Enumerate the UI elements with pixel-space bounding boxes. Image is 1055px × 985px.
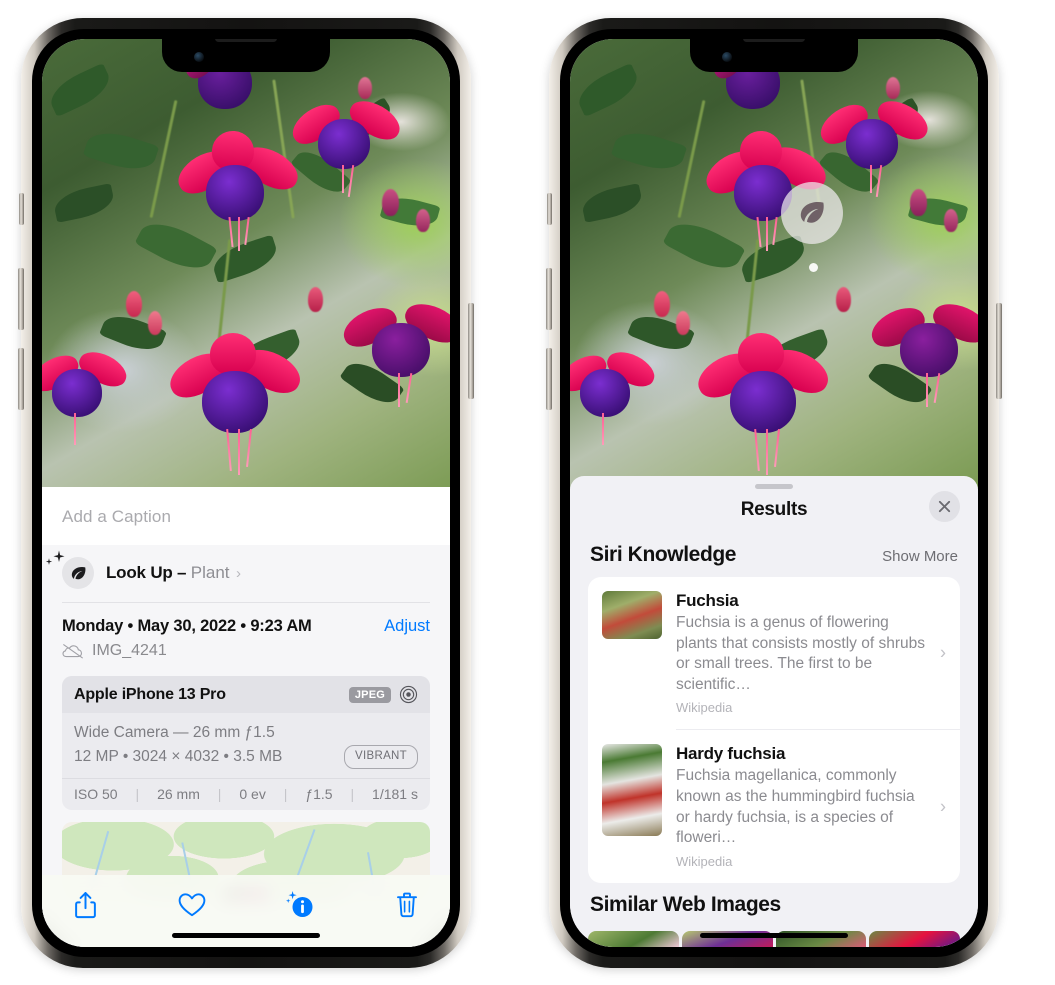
knowledge-description: Fuchsia magellanica, commonly known as t…: [676, 767, 915, 847]
results-title: Results: [740, 499, 808, 520]
web-image-1[interactable]: [588, 930, 679, 947]
knowledge-source: Wikipedia: [676, 853, 733, 869]
knowledge-title: Fuchsia: [676, 591, 739, 610]
visual-lookup-badge[interactable]: [781, 182, 843, 244]
favorite-button[interactable]: [175, 888, 209, 922]
knowledge-item-hardy-fuchsia[interactable]: Hardy fuchsia Fuchsia magellanica, commo…: [588, 730, 960, 882]
share-button[interactable]: [68, 888, 102, 922]
earpiece-speaker: [215, 39, 277, 42]
chevron-right-icon: ›: [235, 565, 241, 582]
section-title: Siri Knowledge: [590, 543, 737, 566]
home-indicator[interactable]: [172, 933, 320, 938]
look-up-label: Look Up: [106, 563, 173, 582]
front-camera-icon: [194, 52, 204, 62]
volume-up-button[interactable]: [546, 268, 552, 330]
sparkle-icon: [45, 550, 66, 565]
look-up-label-group: Look Up – Plant ›: [106, 563, 241, 583]
exif-shutter: 1/181 s: [372, 786, 418, 803]
screen-right: Results Siri Knowledge Show More Fuchsia…: [570, 39, 978, 947]
visual-lookup-anchor-dot: [809, 263, 818, 272]
info-button[interactable]: [283, 888, 317, 922]
chevron-right-icon: ›: [940, 642, 946, 663]
exif-separator: |: [135, 786, 140, 803]
power-button[interactable]: [468, 303, 474, 399]
iphone-left: Add a Caption Look Up – Plant › Monday •…: [18, 18, 474, 968]
look-up-row[interactable]: Look Up – Plant ›: [42, 545, 450, 602]
photo-viewer[interactable]: [570, 39, 978, 489]
exif-separator: |: [350, 786, 355, 803]
exif-iso: ISO 50: [74, 786, 118, 803]
camera-device-name: Apple iPhone 13 Pro: [74, 685, 226, 703]
image-specs: 12 MP • 3024 × 4032 • 3.5 MB: [74, 748, 283, 766]
screen-left: Add a Caption Look Up – Plant › Monday •…: [42, 39, 450, 947]
camera-info-card[interactable]: Apple iPhone 13 Pro JPEG Wide Camera — 2…: [62, 676, 430, 811]
knowledge-thumbnail: [602, 744, 662, 837]
close-button[interactable]: [929, 491, 960, 522]
target-icon[interactable]: [399, 685, 418, 704]
look-up-dash: –: [177, 563, 187, 582]
leaf-icon: [69, 564, 88, 583]
silent-switch[interactable]: [547, 193, 552, 225]
photo-viewer[interactable]: [42, 39, 450, 499]
exif-focal: 26 mm: [157, 786, 200, 803]
web-image-4[interactable]: [869, 930, 960, 947]
exif-row: ISO 50 | 26 mm | 0 ev | ƒ1.5 | 1/181 s: [62, 778, 430, 810]
sparkle-small-icon: [45, 558, 53, 566]
show-more-button[interactable]: Show More: [882, 548, 958, 565]
siri-knowledge-card: Fuchsia Fuchsia is a genus of flowering …: [588, 577, 960, 883]
device-bezel: Add a Caption Look Up – Plant › Monday •…: [32, 29, 460, 957]
results-panel: Results Siri Knowledge Show More Fuchsia…: [570, 476, 978, 947]
exif-separator: |: [217, 786, 222, 803]
close-icon: [938, 500, 951, 513]
home-indicator[interactable]: [700, 933, 848, 938]
section-title: Similar Web Images: [590, 892, 781, 916]
front-camera-icon: [722, 52, 732, 62]
photo-info-sheet: Add a Caption Look Up – Plant › Monday •…: [42, 487, 450, 947]
photographic-style-badge: VIBRANT: [344, 745, 418, 769]
volume-down-button[interactable]: [18, 348, 24, 410]
format-badge: JPEG: [348, 686, 391, 703]
knowledge-description: Fuchsia is a genus of flowering plants t…: [676, 614, 925, 693]
power-button[interactable]: [996, 303, 1002, 399]
filename: IMG_4241: [92, 642, 167, 659]
caption-input[interactable]: Add a Caption: [42, 487, 450, 545]
similar-web-images-header: Similar Web Images: [570, 883, 978, 927]
iphone-right: Results Siri Knowledge Show More Fuchsia…: [546, 18, 1002, 968]
silent-switch[interactable]: [19, 193, 24, 225]
notch: [690, 39, 858, 72]
exif-ev: 0 ev: [239, 786, 266, 803]
earpiece-speaker: [743, 39, 805, 42]
leaf-badge: [62, 557, 94, 589]
exif-aperture: ƒ1.5: [305, 786, 333, 803]
chevron-right-icon: ›: [940, 796, 946, 817]
volume-down-button[interactable]: [546, 348, 552, 410]
knowledge-source: Wikipedia: [676, 700, 733, 716]
knowledge-title: Hardy fuchsia: [676, 744, 786, 764]
delete-button[interactable]: [390, 888, 424, 922]
lens-info: Wide Camera — 26 mm ƒ1.5: [74, 724, 275, 741]
adjust-button[interactable]: Adjust: [384, 617, 430, 636]
knowledge-item-fuchsia[interactable]: Fuchsia Fuchsia is a genus of flowering …: [588, 577, 960, 729]
look-up-subject: Plant: [190, 563, 230, 582]
exif-separator: |: [283, 786, 288, 803]
siri-knowledge-header: Siri Knowledge Show More: [570, 533, 978, 577]
icloud-slash-icon: [62, 643, 84, 659]
metadata-block: Monday • May 30, 2022 • 9:23 AM Adjust I…: [42, 603, 450, 666]
leaf-icon: [796, 197, 828, 229]
device-bezel: Results Siri Knowledge Show More Fuchsia…: [560, 29, 988, 957]
knowledge-thumbnail: [602, 591, 662, 639]
volume-up-button[interactable]: [18, 268, 24, 330]
capture-date: Monday • May 30, 2022 • 9:23 AM: [62, 617, 312, 635]
notch: [162, 39, 330, 72]
